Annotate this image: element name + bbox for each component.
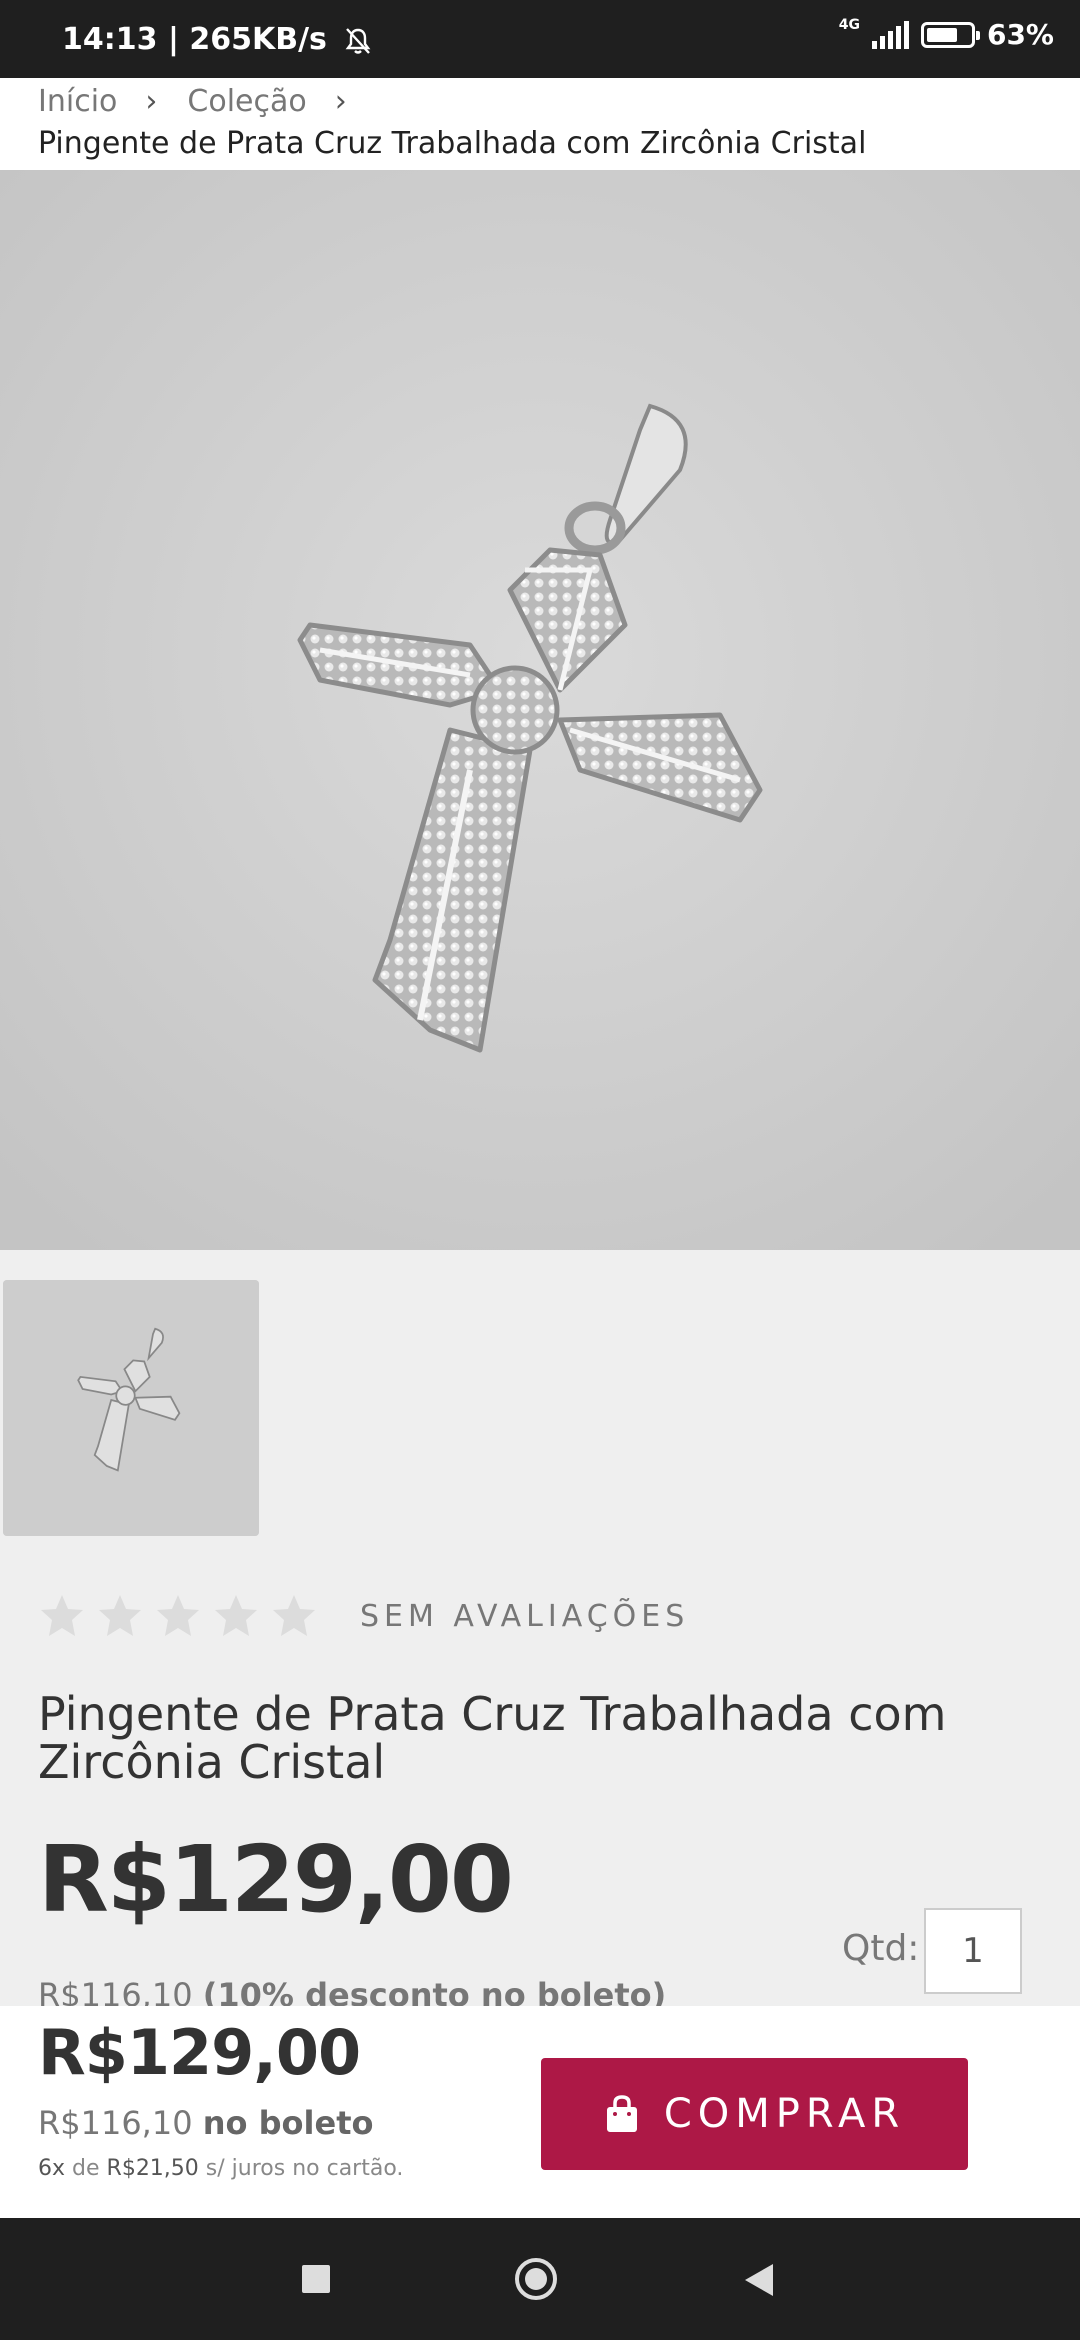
quantity-input[interactable]: 1 [924, 1908, 1022, 1994]
star-icon [273, 1595, 315, 1636]
system-nav-bar [0, 2218, 1080, 2340]
product-thumbnail[interactable] [3, 1280, 259, 1536]
installments-text-2: s/ juros no cartão. [205, 2156, 404, 2181]
signal-icon [871, 20, 909, 49]
star-icon [215, 1595, 257, 1636]
page-header: Início › Coleção › Pingente de Prata Cru… [0, 78, 1080, 170]
buy-button-label: COMPRAR [663, 2091, 906, 2137]
clock: 14:13 [62, 22, 158, 57]
sticky-boleto: R$116,10 no boleto [38, 2104, 373, 2142]
battery-icon [920, 21, 980, 48]
breadcrumb-home[interactable]: Início [38, 84, 117, 119]
installments-value: R$21,50 [106, 2156, 199, 2181]
breadcrumb: Início › Coleção › [38, 84, 377, 119]
buy-button[interactable]: COMPRAR [541, 2058, 968, 2170]
thumbnail-image [3, 1280, 259, 1536]
recent-apps-icon[interactable] [302, 2265, 330, 2293]
product-title: Pingente de Prata Cruz Trabalhada com Zi… [38, 1687, 947, 1789]
installments-count: 6x [38, 2156, 66, 2181]
chevron-right-icon: › [334, 84, 347, 119]
sticky-boleto-label: no boleto [202, 2104, 374, 2142]
battery-level: 63% [986, 18, 1054, 51]
status-time: 14:13 | 265KB/s [62, 22, 371, 57]
sticky-buy-bar: R$129,00 R$116,10 no boleto 6x de R$21,5… [0, 2006, 1080, 2218]
product-price: R$129,00 [38, 1826, 514, 1933]
shopping-bag-icon [606, 2095, 637, 2132]
status-bar: 14:13 | 265KB/s 4G 63% [0, 0, 1080, 78]
bell-off-icon [345, 27, 371, 54]
sticky-boleto-price: R$116,10 [38, 2104, 193, 2142]
home-icon[interactable] [515, 2258, 557, 2300]
cross-pendant-image [0, 170, 1080, 1250]
sticky-price: R$129,00 [38, 2016, 361, 2089]
breadcrumb-current: Pingente de Prata Cruz Trabalhada com Zi… [38, 126, 867, 161]
installments-text-1: de [72, 2156, 100, 2181]
rating-row: SEM AVALIAÇÕES [38, 1592, 689, 1640]
network-type: 4G [838, 17, 860, 33]
network-speed: | 265KB/s [167, 22, 327, 57]
star-icon [157, 1595, 199, 1636]
breadcrumb-collection[interactable]: Coleção [187, 84, 306, 119]
status-right: 4G 63% [839, 18, 1054, 51]
quantity-label: Qtd: [842, 1928, 920, 1969]
rating-label: SEM AVALIAÇÕES [360, 1598, 690, 1634]
star-icon [99, 1595, 141, 1636]
back-icon[interactable] [745, 2264, 773, 2296]
chevron-right-icon: › [145, 84, 158, 119]
product-main-image[interactable] [0, 170, 1080, 1250]
installments-info: 6x de R$21,50 s/ juros no cartão. [38, 2156, 403, 2181]
star-icon [41, 1595, 83, 1636]
